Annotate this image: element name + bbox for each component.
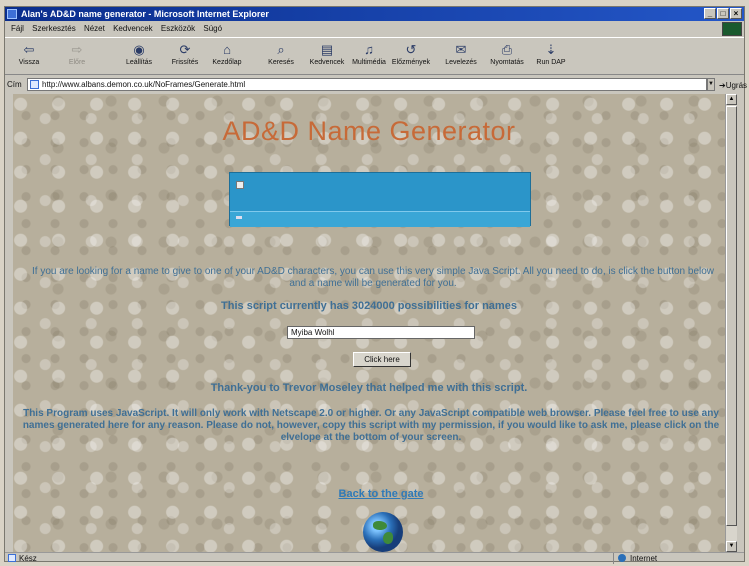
- go-button[interactable]: ➔Ugrás: [719, 77, 747, 94]
- window-controls: _ □ ×: [703, 8, 742, 20]
- status-bar: Kész Internet: [5, 552, 744, 564]
- toolbar: ⇦ Vissza ⇨ Előre ◉ Leállítás ⟳ Frissítés ⌂ Ke…: [5, 37, 744, 75]
- menu-tools[interactable]: Eszközök: [161, 24, 195, 33]
- thanks-text: Thank-you to Trevor Moseley that helped …: [210, 382, 528, 394]
- page-icon: [8, 554, 16, 562]
- refresh-button[interactable]: ⟳ Frissítés: [165, 41, 205, 73]
- folder-star-icon: ▤: [320, 42, 334, 57]
- forward-button[interactable]: ⇨ Előre: [57, 41, 97, 73]
- close-icon[interactable]: ×: [730, 8, 742, 19]
- vertical-scrollbar[interactable]: ▲ ▼: [725, 94, 737, 552]
- minimize-icon[interactable]: _: [704, 8, 716, 19]
- address-label: Cím: [7, 80, 22, 89]
- back-button[interactable]: ⇦ Vissza: [9, 41, 49, 73]
- print-button[interactable]: ⎙ Nyomtatás: [487, 41, 527, 73]
- search-icon: ⌕: [277, 42, 285, 57]
- scroll-down-icon[interactable]: ▼: [726, 541, 737, 552]
- broken-image-icon: [236, 181, 244, 189]
- program-note: This Program uses JavaScript. It will on…: [22, 408, 720, 443]
- generated-name-field[interactable]: [287, 326, 475, 339]
- ie-icon: [7, 9, 17, 19]
- banner-band: [230, 211, 530, 227]
- maximize-icon[interactable]: □: [717, 8, 729, 19]
- stop-button[interactable]: ◉ Leállítás: [119, 41, 159, 73]
- media-icon: ♫: [364, 42, 374, 57]
- page-title: AD&D Name Generator: [222, 116, 516, 146]
- media-button[interactable]: ♫ Multimédia: [349, 41, 389, 73]
- address-input[interactable]: http://www.albans.demon.co.uk/NoFrames/G…: [27, 78, 707, 91]
- possibilities-text: This script currently has 3024000 possib…: [221, 300, 517, 312]
- menu-help[interactable]: Súgó: [203, 24, 222, 33]
- refresh-icon: ⟳: [179, 42, 191, 57]
- address-dropdown-icon[interactable]: ▼: [707, 78, 715, 91]
- globe-icon[interactable]: [363, 512, 403, 552]
- generate-button[interactable]: Click here: [353, 352, 411, 367]
- menu-edit[interactable]: Szerkesztés: [32, 24, 76, 33]
- menu-bar: Fájl Szerkesztés Nézet Kedvencek Eszközö…: [5, 22, 744, 36]
- security-zone: Internet: [613, 553, 730, 564]
- intro-text: If you are looking for a name to give to…: [31, 266, 715, 289]
- home-button[interactable]: ⌂ Kezdőlap: [207, 41, 247, 73]
- download-icon: ⇣: [545, 42, 557, 57]
- history-button[interactable]: ↺ Előzmények: [391, 41, 431, 73]
- printer-icon: ⎙: [501, 42, 513, 57]
- mail-button[interactable]: ✉ Levelezés: [441, 41, 481, 73]
- mail-icon: ✉: [455, 42, 467, 57]
- status-text: Kész: [19, 554, 37, 563]
- history-icon: ↺: [405, 42, 417, 57]
- scroll-up-icon[interactable]: ▲: [726, 94, 737, 105]
- window-title: Alan's AD&D name generator - Microsoft I…: [21, 9, 269, 19]
- address-bar: Cím http://www.albans.demon.co.uk/NoFram…: [5, 76, 747, 94]
- menu-file[interactable]: Fájl: [11, 24, 24, 33]
- scroll-thumb[interactable]: [726, 106, 737, 526]
- favorites-button[interactable]: ▤ Kedvencek: [307, 41, 347, 73]
- page-icon: [30, 80, 39, 89]
- windows-logo-icon: [722, 22, 742, 36]
- address-url: http://www.albans.demon.co.uk/NoFrames/G…: [42, 80, 246, 89]
- menu-view[interactable]: Nézet: [84, 24, 105, 33]
- stop-icon: ◉: [133, 42, 145, 57]
- run-dap-button[interactable]: ⇣ Run DAP: [531, 41, 571, 73]
- menu-favorites[interactable]: Kedvencek: [113, 24, 153, 33]
- broken-image-icon: [236, 216, 242, 219]
- page-content: AD&D Name Generator If you are looking f…: [13, 94, 737, 552]
- globe-icon: [618, 554, 626, 562]
- title-bar: Alan's AD&D name generator - Microsoft I…: [5, 7, 744, 21]
- search-button[interactable]: ⌕ Keresés: [261, 41, 301, 73]
- browser-window: Alan's AD&D name generator - Microsoft I…: [4, 6, 747, 564]
- back-arrow-icon: ⇦: [23, 42, 35, 57]
- home-icon: ⌂: [223, 42, 231, 57]
- back-to-gate-link[interactable]: Back to the gate: [13, 488, 737, 500]
- banner-image: [229, 172, 531, 227]
- forward-arrow-icon: ⇨: [71, 42, 83, 57]
